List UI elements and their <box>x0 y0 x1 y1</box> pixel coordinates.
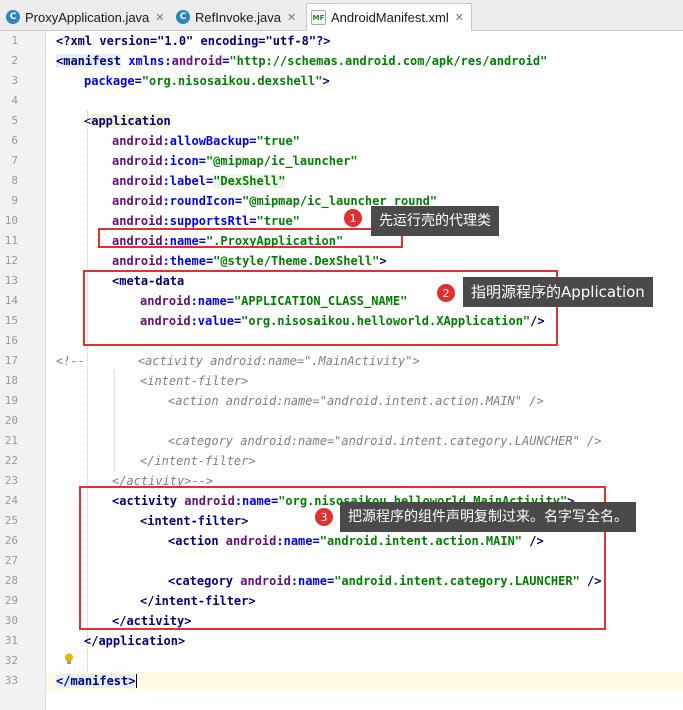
namespace: android <box>171 54 223 68</box>
attr-name: :roundIcon <box>162 194 235 208</box>
code-line-7: android:icon="@mipmap/ic_launcher" <box>112 151 358 171</box>
namespace: android <box>112 254 163 268</box>
manifest-tag: <manifest <box>56 54 122 68</box>
namespace: android <box>112 214 163 228</box>
code-line-33: </manifest> <box>56 671 138 691</box>
indent-guide <box>114 371 115 471</box>
attr-name: :theme <box>162 254 206 268</box>
current-line-highlight <box>46 671 683 691</box>
annotation-callout-3: 把源程序的组件声明复制过来。名字写全名。 <box>340 502 636 532</box>
code-line-3: package="org.nisosaikou.dexshell"> <box>84 71 330 91</box>
attr-name: :label <box>162 174 206 188</box>
code-line-31: </application> <box>84 631 185 651</box>
text-cursor <box>136 674 138 688</box>
attr-name: :icon <box>162 154 199 168</box>
java-class-icon: C <box>6 10 20 24</box>
attr-name: package <box>84 74 135 88</box>
attr-value: "@style/Theme.DexShell" <box>213 254 380 268</box>
attr-value: "true" <box>256 134 300 148</box>
code-line-21: <category android:name="android.intent.c… <box>168 431 601 451</box>
tab-label: RefInvoke.java <box>195 9 281 25</box>
namespace: android <box>112 194 163 208</box>
attr-name: :allowBackup <box>162 134 250 148</box>
annotation-badge-2: 2 <box>436 283 456 303</box>
application-close-tag: </application> <box>84 634 186 648</box>
attr-value: "true" <box>256 214 300 228</box>
comment-text: </intent-filter> <box>140 454 256 468</box>
editor-tab-bar: C ProxyApplication.java ✕ C RefInvoke.ja… <box>0 0 683 31</box>
namespace: android <box>112 154 163 168</box>
manifest-close-tag: </manifest> <box>56 674 136 688</box>
comment-text: <category android:name="android.intent.c… <box>168 434 602 448</box>
application-tag: application <box>91 114 171 128</box>
lightbulb-icon[interactable] <box>64 653 74 665</box>
code-line-18: <intent-filter> <box>140 371 248 391</box>
code-line-8: android:label="DexShell" <box>112 171 286 191</box>
xml-declaration: <?xml version="1.0" encoding="utf-8"?> <box>56 34 331 48</box>
equals: = <box>134 74 142 88</box>
code-line-22: </intent-filter> <box>140 451 256 471</box>
comment-text: <intent-filter> <box>140 374 249 388</box>
tab-androidmanifest[interactable]: MF AndroidManifest.xml ✕ <box>306 3 472 31</box>
annotation-box-1 <box>98 228 403 248</box>
tag-close: > <box>322 74 330 88</box>
tag-close: > <box>379 254 387 268</box>
attr-value: "@mipmap/ic_launcher" <box>205 154 358 168</box>
tab-refinvoke[interactable]: C RefInvoke.java ✕ <box>172 4 296 30</box>
comment-text: <activity android:name=".MainActivity"> <box>137 354 420 368</box>
code-line-1: <?xml version="1.0" encoding="utf-8"?> <box>56 31 331 51</box>
annotation-callout-1: 先运行壳的代理类 <box>371 206 499 236</box>
close-icon[interactable]: ✕ <box>155 11 164 24</box>
java-class-icon: C <box>176 10 190 24</box>
code-line-2: <manifest xmlns:android="http://schemas.… <box>56 51 547 71</box>
code-line-19: <action android:name="android.intent.act… <box>168 391 544 411</box>
comment-open: <!-- <box>56 354 85 368</box>
attr-name: :supportsRtl <box>162 214 250 228</box>
annotation-callout-2: 指明源程序的Application <box>463 277 653 307</box>
manifest-file-icon: MF <box>311 10 326 25</box>
tab-label: AndroidManifest.xml <box>331 10 449 25</box>
comment-text: <action android:name="android.intent.act… <box>168 394 544 408</box>
annotation-badge-1: 1 <box>343 208 363 228</box>
namespace: android <box>112 134 163 148</box>
equals: = <box>234 194 243 208</box>
equals: = <box>249 214 257 228</box>
code-line-12: android:theme="@style/Theme.DexShell"> <box>112 251 387 271</box>
tab-label: ProxyApplication.java <box>25 9 150 25</box>
equals: = <box>249 134 257 148</box>
close-icon[interactable]: ✕ <box>287 11 296 24</box>
code-line-5: <application <box>84 111 171 131</box>
attr-value: "http://schemas.android.com/apk/res/andr… <box>229 54 548 68</box>
attr-value: "DexShell" <box>213 174 286 188</box>
annotation-badge-3: 3 <box>314 507 334 527</box>
attr-value: "org.nisosaikou.dexshell" <box>141 74 323 88</box>
code-line-17: <!-- <activity android:name=".MainActivit… <box>56 351 420 371</box>
namespace: android <box>112 174 163 188</box>
code-line-6: android:allowBackup="true" <box>112 131 300 151</box>
equals: = <box>198 154 206 168</box>
tab-proxyapplication[interactable]: C ProxyApplication.java ✕ <box>2 4 165 30</box>
close-icon[interactable]: ✕ <box>455 11 464 24</box>
xmlns-attr: xmlns: <box>121 54 172 68</box>
